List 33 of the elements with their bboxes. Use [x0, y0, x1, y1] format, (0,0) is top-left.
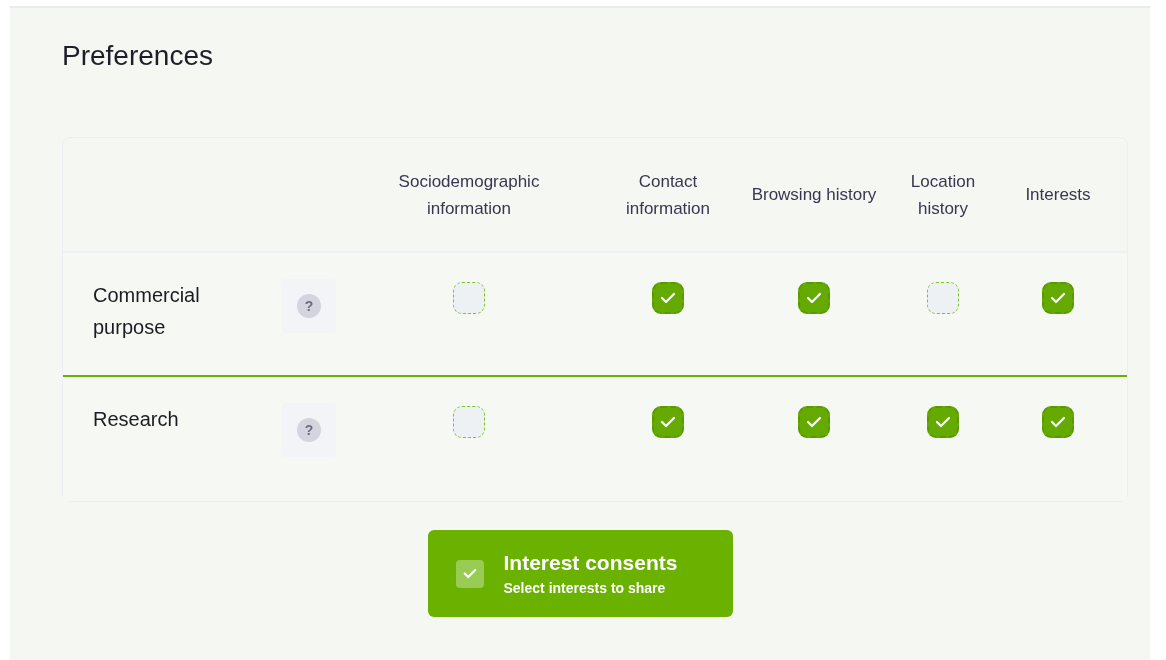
- help-button[interactable]: ?: [282, 403, 336, 457]
- checkbox[interactable]: [798, 282, 830, 314]
- checkbox[interactable]: [1042, 406, 1074, 438]
- checkbox[interactable]: [927, 282, 959, 314]
- checkbox-icon: [455, 559, 484, 588]
- checkbox[interactable]: [652, 282, 684, 314]
- interest-consents-button[interactable]: Interest consents Select interests to share: [427, 530, 733, 617]
- check-icon: [660, 292, 676, 304]
- help-icon: ?: [297, 418, 321, 442]
- checkbox[interactable]: [927, 406, 959, 438]
- check-icon: [660, 416, 676, 428]
- help-button[interactable]: ?: [282, 279, 336, 333]
- button-subtitle: Select interests to share: [503, 578, 667, 598]
- page-title: Preferences: [62, 39, 213, 73]
- row-label: Research: [93, 407, 180, 432]
- column-header: Contact information: [624, 170, 712, 220]
- check-icon: [1050, 416, 1066, 428]
- checkbox[interactable]: [1042, 282, 1074, 314]
- checkbox[interactable]: [453, 406, 485, 438]
- checkbox[interactable]: [453, 282, 485, 314]
- checkbox[interactable]: [798, 406, 830, 438]
- column-header: Sociodemographic information: [397, 170, 541, 220]
- help-icon: ?: [297, 294, 321, 318]
- column-header: Interests: [1024, 184, 1092, 206]
- column-header: Location history: [909, 170, 977, 220]
- button-title: Interest consents: [503, 549, 678, 576]
- check-icon: [806, 416, 822, 428]
- checkbox[interactable]: [652, 406, 684, 438]
- column-header: Browsing history: [750, 184, 878, 206]
- check-icon: [1050, 292, 1066, 304]
- row-label: Commercial purpose: [93, 283, 201, 340]
- check-icon: [935, 416, 951, 428]
- check-icon: [806, 292, 822, 304]
